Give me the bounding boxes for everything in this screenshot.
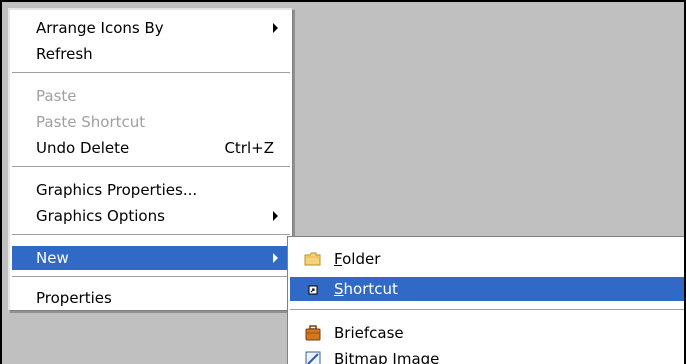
keyboard-shortcut: Ctrl+Z <box>224 139 274 157</box>
menu-item-label: hortcut <box>343 280 398 298</box>
menu-item-label: Paste <box>36 87 77 105</box>
menu-item-label: older <box>342 250 381 268</box>
menu-separator <box>12 72 290 73</box>
folder-icon <box>304 252 321 266</box>
desktop-screen: Arrange Icons By Refresh Paste Paste Sho… <box>0 0 686 364</box>
menu-item-new[interactable]: New <box>12 246 290 270</box>
menu-item-arrange-icons-by[interactable]: Arrange Icons By <box>12 16 290 40</box>
menu-item-label: Refresh <box>36 45 93 63</box>
submenu-arrow-icon <box>273 23 278 33</box>
submenu-item-bitmap-image[interactable]: Bitmap Image <box>290 347 685 364</box>
menu-item-label: Paste Shortcut <box>36 113 146 131</box>
menu-item-label: Arrange Icons By <box>36 19 164 37</box>
menu-item-label: Graphics Options <box>36 207 165 225</box>
menu-item-label: Properties <box>36 289 112 307</box>
briefcase-icon <box>305 325 321 341</box>
menu-item-mnemonic: F <box>334 250 343 268</box>
menu-separator <box>12 276 290 277</box>
menu-separator <box>290 309 685 310</box>
menu-item-label: Graphics Properties... <box>36 181 198 199</box>
submenu-arrow-icon <box>273 211 278 221</box>
menu-item-paste-shortcut: Paste Shortcut <box>12 110 290 134</box>
submenu-arrow-icon <box>273 253 278 263</box>
menu-separator <box>12 234 290 235</box>
menu-item-properties[interactable]: Properties <box>12 286 290 310</box>
menu-item-graphics-options[interactable]: Graphics Options <box>12 204 290 228</box>
menu-item-label: Undo Delete <box>36 139 130 157</box>
desktop-context-menu: Arrange Icons By Refresh Paste Paste Sho… <box>8 8 293 311</box>
submenu-item-briefcase[interactable]: Briefcase <box>290 321 685 345</box>
menu-item-mnemonic: S <box>334 280 344 298</box>
menu-separator <box>12 166 290 167</box>
menu-item-label: Briefcase <box>334 324 404 342</box>
bitmap-image-icon <box>305 351 321 364</box>
menu-item-undo-delete[interactable]: Undo Delete Ctrl+Z <box>12 136 290 160</box>
menu-item-label: New <box>36 249 69 267</box>
shortcut-icon <box>308 285 318 295</box>
menu-item-refresh[interactable]: Refresh <box>12 42 290 66</box>
new-submenu: Folder Shortcut Briefcase Bitmap Image <box>287 236 686 364</box>
menu-item-paste: Paste <box>12 84 290 108</box>
menu-item-graphics-properties[interactable]: Graphics Properties... <box>12 178 290 202</box>
submenu-item-folder[interactable]: Folder <box>290 247 685 271</box>
submenu-item-shortcut[interactable]: Shortcut <box>290 277 685 301</box>
menu-item-label: Bitmap Image <box>334 350 440 364</box>
